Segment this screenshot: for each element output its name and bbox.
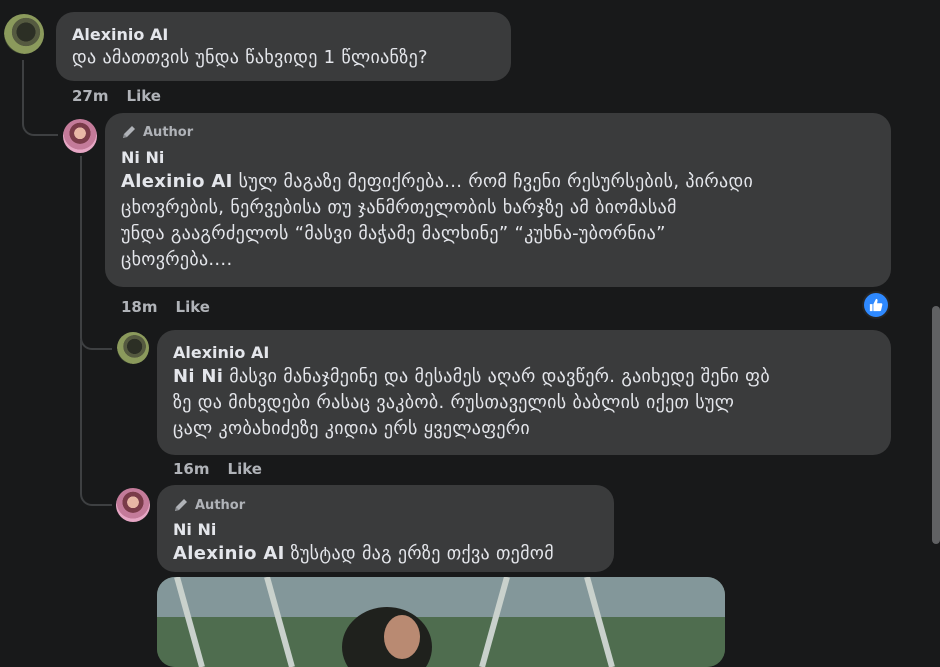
comment-time[interactable]: 27m [72, 87, 109, 105]
mention-link[interactable]: Alexinio AI [121, 171, 233, 192]
like-button[interactable]: Like [228, 460, 262, 478]
like-reaction-badge[interactable] [862, 291, 890, 319]
author-label: Author [143, 124, 194, 140]
pencil-icon [123, 126, 135, 138]
comment-time[interactable]: 18m [121, 298, 158, 316]
thumbs-up-icon [869, 298, 883, 312]
comment-time[interactable]: 16m [173, 460, 210, 478]
comment-text: Alexinio AI ზუსტად მაგ ერზე თქვა თემომ [173, 541, 554, 567]
comment-author-name[interactable]: Alexinio AI [72, 25, 168, 44]
like-button[interactable]: Like [176, 298, 210, 316]
mention-link[interactable]: Ni Ni [173, 366, 223, 387]
comment-text-line: ცხოვრება.... [121, 249, 233, 270]
like-button[interactable]: Like [127, 87, 161, 105]
author-label: Author [195, 497, 246, 513]
comment-text-line: ცხოვრების, ნერვებისა თუ ჯანმრთელობის ხარ… [121, 197, 677, 218]
comment-text-line: ცალ კობახიძეზე კიდია ერს ყველაფერი [173, 418, 531, 439]
thread-line-main [22, 60, 58, 136]
comment-text-line: ზე და მიხვდები რასაც ვაკბობ. რუსთაველის … [173, 392, 735, 413]
author-badge: Author [173, 497, 245, 513]
avatar[interactable] [117, 332, 149, 364]
mention-link[interactable]: Alexinio AI [173, 543, 285, 564]
comment-media-image[interactable] [157, 577, 725, 667]
thread-line-reply2 [80, 340, 112, 506]
comment-meta: 16m Like [173, 460, 262, 478]
comment-author-name[interactable]: Ni Ni [121, 148, 164, 167]
comment-meta: 18m Like [121, 298, 210, 316]
comment-text: და ამათთვის უნდა წახვიდე 1 წლიანზე? [72, 47, 428, 68]
media-scene [157, 577, 725, 667]
comment-meta: 27m Like [72, 87, 161, 105]
comment-text: Ni Ni მასვი მანაჯმეინე და მესამეს აღარ დ… [173, 364, 770, 442]
pencil-icon [175, 499, 187, 511]
comment-text-line: ზუსტად მაგ ერზე თქვა თემომ [284, 543, 554, 564]
comment-text: Alexinio AI სულ მაგაზე მეფიქრება... რომ … [121, 169, 753, 273]
avatar[interactable] [63, 119, 97, 153]
scrollbar[interactable] [932, 306, 940, 544]
comment-author-name[interactable]: Ni Ni [173, 520, 216, 539]
avatar[interactable] [4, 14, 44, 54]
comment-author-name[interactable]: Alexinio AI [173, 343, 269, 362]
author-badge: Author [121, 124, 193, 140]
avatar[interactable] [116, 488, 150, 522]
comment-text-line: მასვი მანაჯმეინე და მესამეს აღარ დავწერ.… [223, 366, 770, 387]
comment-text-line: სულ მაგაზე მეფიქრება... რომ ჩვენი რესურს… [232, 171, 754, 192]
comment-text-line: უნდა გააგრძელოს “მასვი მაჭამე მალხინე” “… [121, 223, 666, 244]
